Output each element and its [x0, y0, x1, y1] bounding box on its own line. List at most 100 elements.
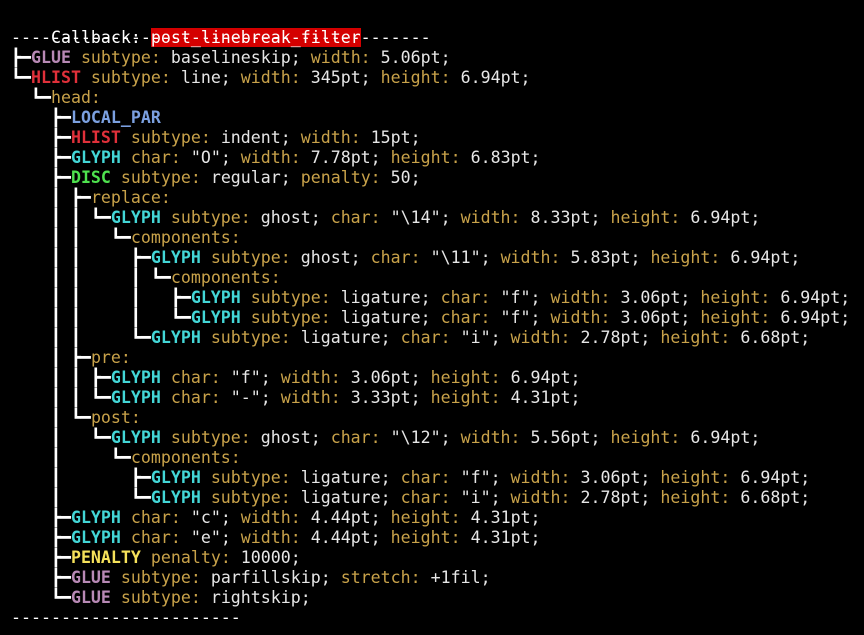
field-key: subtype: — [160, 428, 261, 447]
field-key: height: — [660, 488, 741, 507]
field-value: 15pt; — [370, 128, 421, 147]
field-key: subtype: — [200, 488, 301, 507]
field-value: 6.68pt; — [740, 328, 811, 347]
terminal: Callback: post_linebreak_filter --------… — [0, 0, 864, 635]
field-value: line; — [180, 68, 241, 87]
tree-line: ┃ ┣━pre: — [11, 348, 131, 368]
field-key: components: — [170, 268, 281, 287]
tree-connector: ┃ ┃ ┃ ┣━ — [11, 288, 191, 307]
field-value: 2.78pt; — [580, 488, 661, 507]
tree-connector: ┃ ┃ ┗━ — [11, 388, 111, 407]
field-value: 5.06pt; — [380, 48, 451, 67]
field-value: ghost; — [300, 248, 371, 267]
field-key: width: — [310, 48, 381, 67]
field-key: width: — [240, 148, 311, 167]
field-key: subtype: — [200, 468, 301, 487]
field-value: 5.83pt; — [570, 248, 651, 267]
node-type-glyph: GLYPH — [150, 488, 201, 507]
field-value: "O"; — [190, 148, 241, 167]
field-value: 4.44pt; — [310, 508, 391, 527]
tree-line: ┃ ┃ ┃ ┣━GLYPH subtype: ligature; char: "… — [11, 288, 850, 308]
field-key: replace: — [90, 188, 171, 207]
field-value: ghost; — [260, 208, 331, 227]
field-value: rightskip; — [210, 588, 311, 607]
tree-connector: ┃ ┃ ┗━ — [11, 328, 151, 347]
field-key: height: — [430, 368, 511, 387]
node-type-glue: GLUE — [70, 568, 111, 587]
tree-line: ┃ ┃ ┃ ┗━GLYPH subtype: ligature; char: "… — [11, 308, 850, 328]
tree-connector: ┃ ┣━ — [11, 188, 91, 207]
tree-line: ┃ ┃ ┗━components: — [11, 228, 241, 248]
tree-line: ┣━LOCAL_PAR — [11, 108, 161, 128]
field-key: height: — [610, 208, 691, 227]
field-value: "f"; — [460, 468, 511, 487]
field-value: "\12"; — [390, 428, 461, 447]
field-key: char: — [440, 308, 501, 327]
field-key: subtype: — [110, 588, 211, 607]
tree-line: ┗━head: — [11, 88, 101, 108]
field-value: parfillskip; — [210, 568, 341, 587]
node-type-glyph: GLYPH — [150, 468, 201, 487]
tree-line: ┣━GLYPH char: "c"; width: 4.44pt; height… — [11, 508, 541, 528]
tree-connector: ┣━ — [11, 168, 71, 187]
field-value: 5.56pt; — [530, 428, 611, 447]
tree-line: ┣━PENALTY penalty: 10000; — [11, 548, 301, 568]
field-key: height: — [650, 248, 731, 267]
tree-line: ┃ ┗━post: — [11, 408, 141, 428]
field-key: char: — [330, 428, 391, 447]
field-value: "c"; — [190, 508, 241, 527]
field-value: 6.94pt; — [740, 468, 811, 487]
field-key: height: — [430, 388, 511, 407]
field-key: width: — [510, 468, 581, 487]
tree-line: ┣━HLIST subtype: indent; width: 15pt; — [11, 128, 421, 148]
tree-line: ┃ ┃ ┗━GLYPH char: "-"; width: 3.33pt; he… — [11, 388, 581, 408]
field-value: 8.33pt; — [530, 208, 611, 227]
field-key: subtype: — [110, 168, 211, 187]
field-value: 4.31pt; — [470, 528, 541, 547]
field-value: 4.31pt; — [470, 508, 541, 527]
tree-connector: ┃ ┃ ┃ ┗━ — [11, 308, 191, 327]
field-value: ligature; — [300, 488, 401, 507]
tree-line: ┃ ┃ ┣━GLYPH subtype: ghost; char: "\11";… — [11, 248, 800, 268]
separator-rule-bottom: ----------------------- — [11, 608, 241, 628]
field-value: 10000; — [240, 548, 301, 567]
field-value: 6.94pt; — [510, 368, 581, 387]
field-value: 4.31pt; — [510, 388, 581, 407]
node-type-glue: GLUE — [70, 588, 111, 607]
field-key: height: — [390, 528, 471, 547]
field-key: pre: — [90, 348, 131, 367]
field-value: 4.44pt; — [310, 528, 391, 547]
field-key: width: — [240, 508, 311, 527]
node-type-penalty: PENALTY — [70, 548, 141, 567]
field-key: width: — [280, 388, 351, 407]
node-type-local-par: LOCAL_PAR — [70, 108, 161, 127]
field-key: penalty: — [300, 168, 391, 187]
field-key: char: — [440, 288, 501, 307]
field-key: width: — [510, 328, 581, 347]
tree-line: ┣━GLYPH char: "e"; width: 4.44pt; height… — [11, 528, 541, 548]
tree-line: ┣━GLUE subtype: baselineskip; width: 5.0… — [11, 48, 451, 68]
field-value: 2.78pt; — [580, 328, 661, 347]
separator-text: ----------------------------------------… — [11, 28, 431, 47]
field-value: 3.06pt; — [350, 368, 431, 387]
field-key: height: — [390, 148, 471, 167]
field-value: ghost; — [260, 428, 331, 447]
field-value: 3.06pt; — [580, 468, 661, 487]
tree-connector: ┃ ┃ ┗━ — [11, 208, 111, 227]
node-type-glyph: GLYPH — [150, 328, 201, 347]
field-key: width: — [280, 368, 351, 387]
tree-connector: ┃ ┣━ — [11, 348, 91, 367]
field-key: subtype: — [200, 248, 301, 267]
tree-line: ┣━GLUE subtype: parfillskip; stretch: +1… — [11, 568, 491, 588]
field-value: "f"; — [500, 288, 551, 307]
tree-line: ┃ ┃ ┃ ┗━components: — [11, 268, 281, 288]
field-value: 50; — [390, 168, 421, 187]
field-key: width: — [550, 308, 621, 327]
field-key: width: — [300, 128, 371, 147]
field-value: ligature; — [340, 288, 441, 307]
tree-line: ┗━GLUE subtype: rightskip; — [11, 588, 311, 608]
node-type-glyph: GLYPH — [70, 508, 121, 527]
tree-line: ┃ ┗━components: — [11, 448, 241, 468]
field-key: height: — [700, 288, 781, 307]
tree-connector: ┃ ┗━ — [11, 408, 91, 427]
